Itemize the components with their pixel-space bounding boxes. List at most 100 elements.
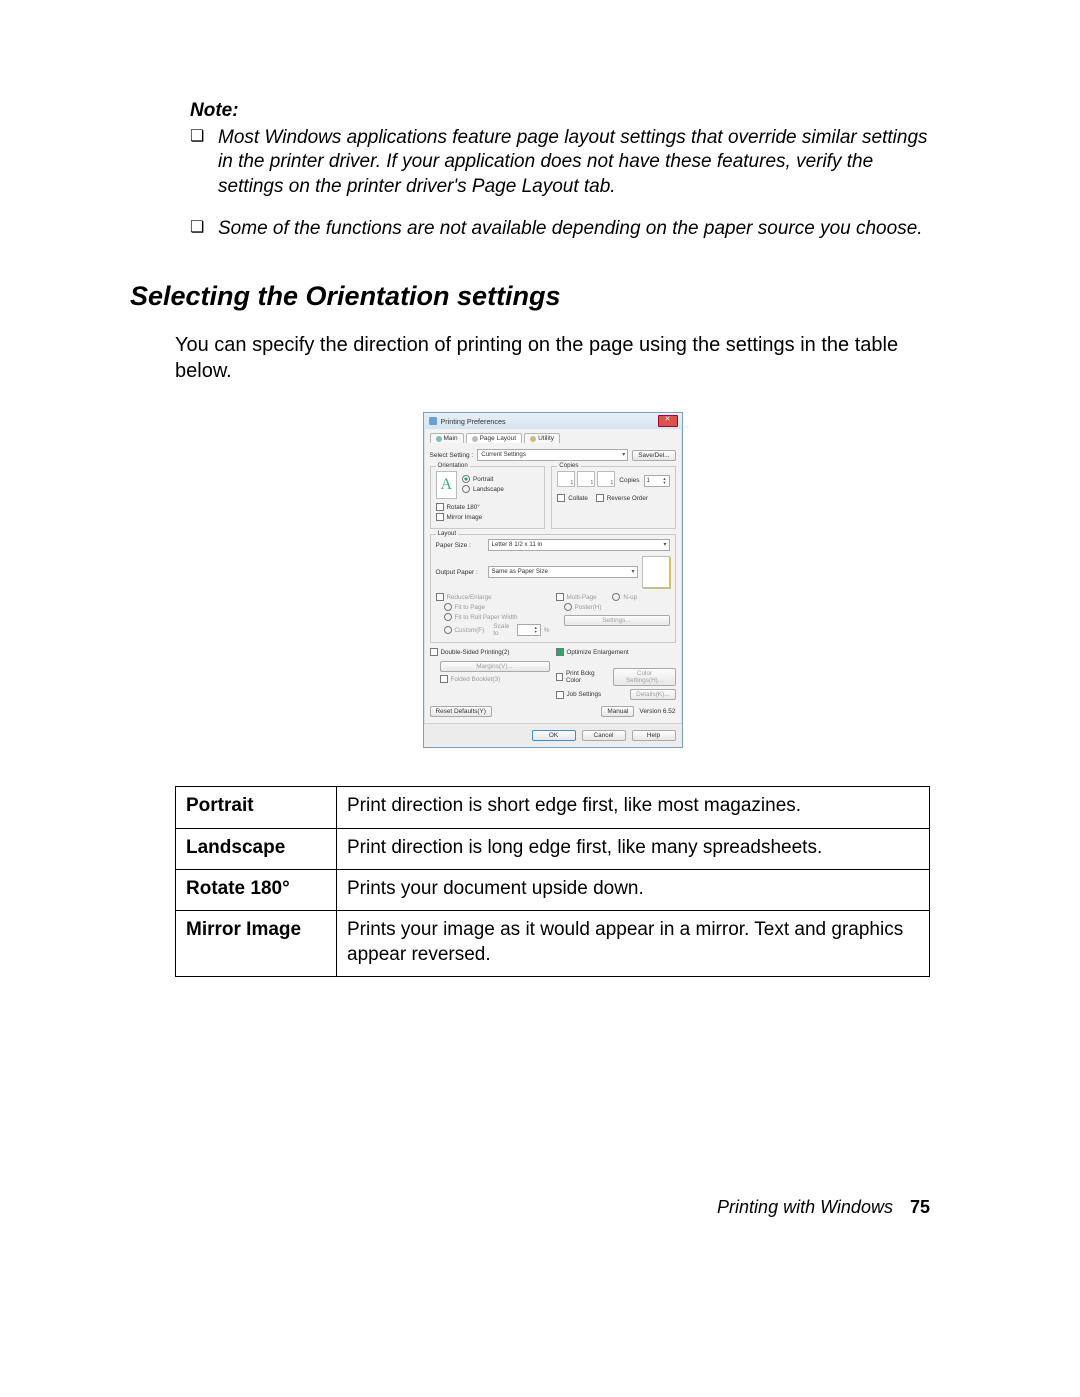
output-paper-label: Output Paper : xyxy=(436,569,484,576)
copies-preview-icons xyxy=(557,471,615,487)
note-list: Most Windows applications feature page l… xyxy=(190,126,930,241)
intro-paragraph: You can specify the direction of printin… xyxy=(175,332,930,384)
orientation-preview-letter: A xyxy=(440,476,452,494)
paper-size-label: Paper Size : xyxy=(436,542,484,549)
collate-checkbox[interactable]: Collate xyxy=(557,494,588,502)
job-settings-checkbox[interactable]: Job Settings xyxy=(556,691,602,699)
tab-strip: Main Page Layout Utility xyxy=(430,433,676,443)
paper-size-dropdown[interactable]: Letter 8 1/2 x 11 in xyxy=(488,539,670,551)
poster-label: Poster(H) xyxy=(575,604,602,611)
cancel-button[interactable]: Cancel xyxy=(582,730,626,741)
nup-label: N-up xyxy=(623,594,637,601)
portrait-radio[interactable]: Portrait xyxy=(462,475,493,483)
desc-cell: Prints your image as it would appear in … xyxy=(337,911,930,977)
dialog-screenshot: Printing Preferences ✕ Main Page Layout … xyxy=(175,412,930,748)
document-page: Note: Most Windows applications feature … xyxy=(0,0,1080,1278)
copies-value: 1 xyxy=(647,478,650,484)
double-sided-label: Double-Sided Printing(2) xyxy=(441,649,510,656)
double-sided-checkbox[interactable]: Double-Sided Printing(2) xyxy=(430,648,510,656)
rotate-180-checkbox[interactable]: Rotate 180° xyxy=(436,503,480,511)
nup-radio[interactable]: N-up xyxy=(612,593,637,601)
footer-chapter: Printing with Windows xyxy=(717,1197,893,1217)
folded-booklet-label: Folded Booklet(3) xyxy=(451,676,501,683)
copy-preview-icon xyxy=(557,471,575,487)
optimize-enlargement-label: Optimize Enlargement xyxy=(567,649,629,656)
job-details-button[interactable]: Details(K)... xyxy=(630,689,675,700)
table-row: Landscape Print direction is long edge f… xyxy=(176,828,930,869)
orientation-definition-table: Portrait Print direction is short edge f… xyxy=(175,786,930,977)
folded-booklet-checkbox[interactable]: Folded Booklet(3) xyxy=(440,675,501,683)
collate-label: Collate xyxy=(568,495,588,502)
fit-to-page-label: Fit to Page xyxy=(455,604,485,611)
manual-button[interactable]: Manual xyxy=(601,706,634,717)
term-cell: Landscape xyxy=(176,828,337,869)
job-settings-label: Job Settings xyxy=(567,691,602,698)
output-paper-dropdown[interactable]: Same as Paper Size xyxy=(488,566,638,578)
multipage-settings-button[interactable]: Settings... xyxy=(564,615,670,626)
note-item: Some of the functions are not available … xyxy=(190,217,930,241)
copies-label: Copies xyxy=(619,477,639,484)
mirror-image-checkbox[interactable]: Mirror Image xyxy=(436,513,483,521)
layout-group: Layout Paper Size : Letter 8 1/2 x 11 in… xyxy=(430,534,676,643)
fit-to-roll-radio[interactable]: Fit to Roll Paper Width xyxy=(444,613,518,621)
fit-to-roll-label: Fit to Roll Paper Width xyxy=(455,614,518,621)
orientation-group: Orientation A Portrait Landscape Rotate … xyxy=(430,466,546,529)
save-del-button[interactable]: Save/Del... xyxy=(632,450,675,461)
orientation-preview: A xyxy=(436,471,458,499)
desc-cell: Print direction is short edge first, lik… xyxy=(337,787,930,828)
optimize-enlargement-checkbox[interactable]: Optimize Enlargement xyxy=(556,648,629,656)
tab-page-layout-label: Page Layout xyxy=(480,435,517,442)
color-settings-button[interactable]: Color Settings(H)... xyxy=(613,668,675,686)
margins-button[interactable]: Margins(V)... xyxy=(440,661,550,672)
table-row: Mirror Image Prints your image as it wou… xyxy=(176,911,930,977)
landscape-radio[interactable]: Landscape xyxy=(462,485,504,493)
portrait-radio-label: Portrait xyxy=(473,476,493,483)
copy-preview-icon xyxy=(577,471,595,487)
tab-utility[interactable]: Utility xyxy=(524,433,560,443)
dialog-button-row: OK Cancel Help xyxy=(424,723,682,747)
mirror-image-label: Mirror Image xyxy=(447,514,483,521)
term-cell: Portrait xyxy=(176,787,337,828)
fit-to-page-radio[interactable]: Fit to Page xyxy=(444,603,485,611)
ok-button[interactable]: OK xyxy=(532,730,576,741)
tab-main-icon xyxy=(436,436,442,442)
select-setting-dropdown[interactable]: Current Settings xyxy=(477,449,628,461)
orientation-group-title: Orientation xyxy=(436,462,470,469)
desc-cell: Print direction is long edge first, like… xyxy=(337,828,930,869)
tab-main-label: Main xyxy=(444,435,458,442)
multi-page-checkbox[interactable]: Multi-Page xyxy=(556,593,597,601)
close-icon[interactable]: ✕ xyxy=(658,415,678,427)
tab-page-layout[interactable]: Page Layout xyxy=(466,433,523,443)
reduce-enlarge-checkbox[interactable]: Reduce/Enlarge xyxy=(436,593,492,601)
help-button[interactable]: Help xyxy=(632,730,676,741)
multi-page-label: Multi-Page xyxy=(567,594,597,601)
table-row: Rotate 180° Prints your document upside … xyxy=(176,869,930,910)
reverse-order-label: Reverse Order xyxy=(607,495,648,502)
footer-page-number: 75 xyxy=(910,1197,930,1217)
app-icon xyxy=(429,417,437,425)
rotate-180-label: Rotate 180° xyxy=(447,504,480,511)
paper-preview-icon xyxy=(642,556,670,588)
custom-scale-radio[interactable]: Custom(F) xyxy=(444,626,485,634)
desc-cell: Prints your document upside down. xyxy=(337,869,930,910)
copies-stepper[interactable]: 1▲▼ xyxy=(644,475,670,487)
reset-defaults-button[interactable]: Reset Defaults(Y) xyxy=(430,706,492,717)
table-row: Portrait Print direction is short edge f… xyxy=(176,787,930,828)
note-item: Most Windows applications feature page l… xyxy=(190,126,930,199)
tab-main[interactable]: Main xyxy=(430,433,464,443)
dialog-titlebar: Printing Preferences ✕ xyxy=(424,413,682,429)
reduce-enlarge-label: Reduce/Enlarge xyxy=(447,594,492,601)
landscape-radio-label: Landscape xyxy=(473,486,504,493)
poster-radio[interactable]: Poster(H) xyxy=(564,603,602,611)
copies-group: Copies Copies 1▲▼ Collate xyxy=(551,466,675,529)
printing-preferences-dialog: Printing Preferences ✕ Main Page Layout … xyxy=(423,412,683,748)
print-bkg-color-label: Print Bckg Color xyxy=(566,670,608,684)
note-block: Note: Most Windows applications feature … xyxy=(190,100,930,241)
custom-scale-label: Custom(F) xyxy=(455,627,485,634)
print-bkg-color-checkbox[interactable]: Print Bckg Color xyxy=(556,670,608,684)
section-heading: Selecting the Orientation settings xyxy=(130,281,930,312)
note-label: Note: xyxy=(190,100,930,122)
term-cell: Rotate 180° xyxy=(176,869,337,910)
reverse-order-checkbox[interactable]: Reverse Order xyxy=(596,494,648,502)
scale-stepper[interactable]: ▲▼ xyxy=(517,624,541,636)
